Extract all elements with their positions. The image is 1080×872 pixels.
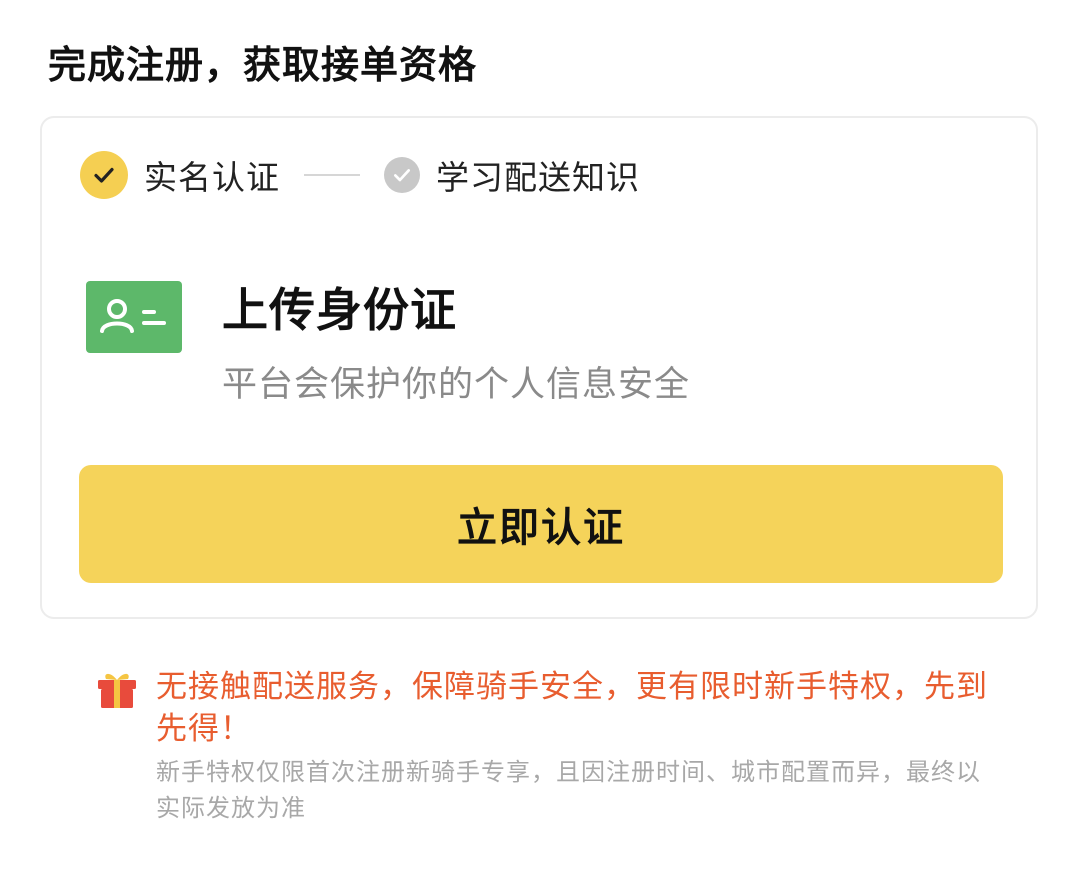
check-circle-icon: [80, 151, 128, 199]
id-card-icon: [86, 281, 182, 353]
step-label-learn-delivery: 学习配送知识: [436, 158, 640, 197]
upload-id-title: 上传身份证: [222, 283, 457, 337]
check-circle-icon: [384, 157, 420, 193]
verify-now-button[interactable]: 立即认证: [79, 465, 1003, 583]
page-title: 完成注册，获取接单资格: [48, 43, 478, 87]
step-connector: [304, 174, 360, 176]
registration-page: 完成注册，获取接单资格 实名认证 学习配送知识 上传身份证 平台会保护你的个人信…: [0, 0, 1080, 872]
promo-headline: 无接触配送服务，保障骑手安全，更有限时新手特权，先到先得！: [156, 669, 988, 747]
step-progress: 实名认证 学习配送知识: [80, 151, 640, 199]
gift-icon: [98, 673, 136, 708]
step-label-real-name: 实名认证: [144, 158, 280, 197]
registration-card: 实名认证 学习配送知识 上传身份证 平台会保护你的个人信息安全 立即认证: [40, 116, 1038, 619]
promo-disclaimer: 新手特权仅限首次注册新骑手专享，且因注册时间、城市配置而异，最终以实际发放为准: [156, 758, 981, 822]
privacy-subtitle: 平台会保护你的个人信息安全: [222, 365, 691, 405]
